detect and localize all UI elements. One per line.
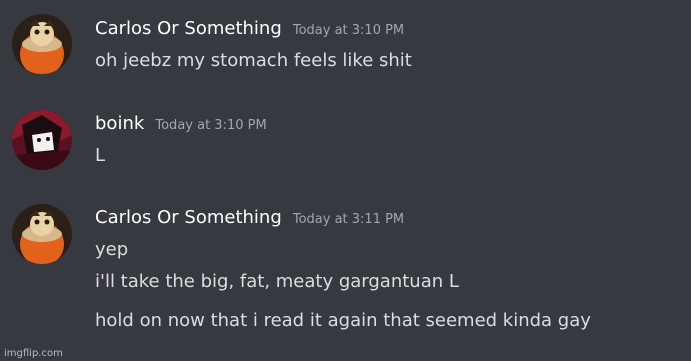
message-text: L [95, 145, 106, 166]
timestamp: Today at 3:10 PM [292, 23, 405, 38]
avatar[interactable] [12, 204, 72, 264]
watermark: imgflip.com [4, 348, 63, 359]
chat-messages: Carlos Or Something Today at 3:10 PM oh … [0, 0, 691, 361]
timestamp: Today at 3:10 PM [155, 118, 267, 133]
username[interactable]: Carlos Or Something [95, 18, 282, 39]
message-text: yep [95, 239, 129, 260]
message-text: hold on now that i read it again that se… [95, 310, 591, 331]
avatar[interactable] [12, 14, 72, 74]
boink-avatar-icon [12, 110, 72, 170]
message-text: i'll take the big, fat, meaty gargantuan… [95, 271, 459, 292]
message-text: oh jeebz my stomach feels like shit [95, 50, 412, 71]
username[interactable]: boink [95, 113, 144, 134]
carlos-avatar-icon [12, 14, 72, 74]
timestamp: Today at 3:11 PM [292, 212, 405, 227]
carlos-avatar-icon [12, 204, 72, 264]
username[interactable]: Carlos Or Something [95, 207, 282, 228]
avatar[interactable] [12, 110, 72, 170]
